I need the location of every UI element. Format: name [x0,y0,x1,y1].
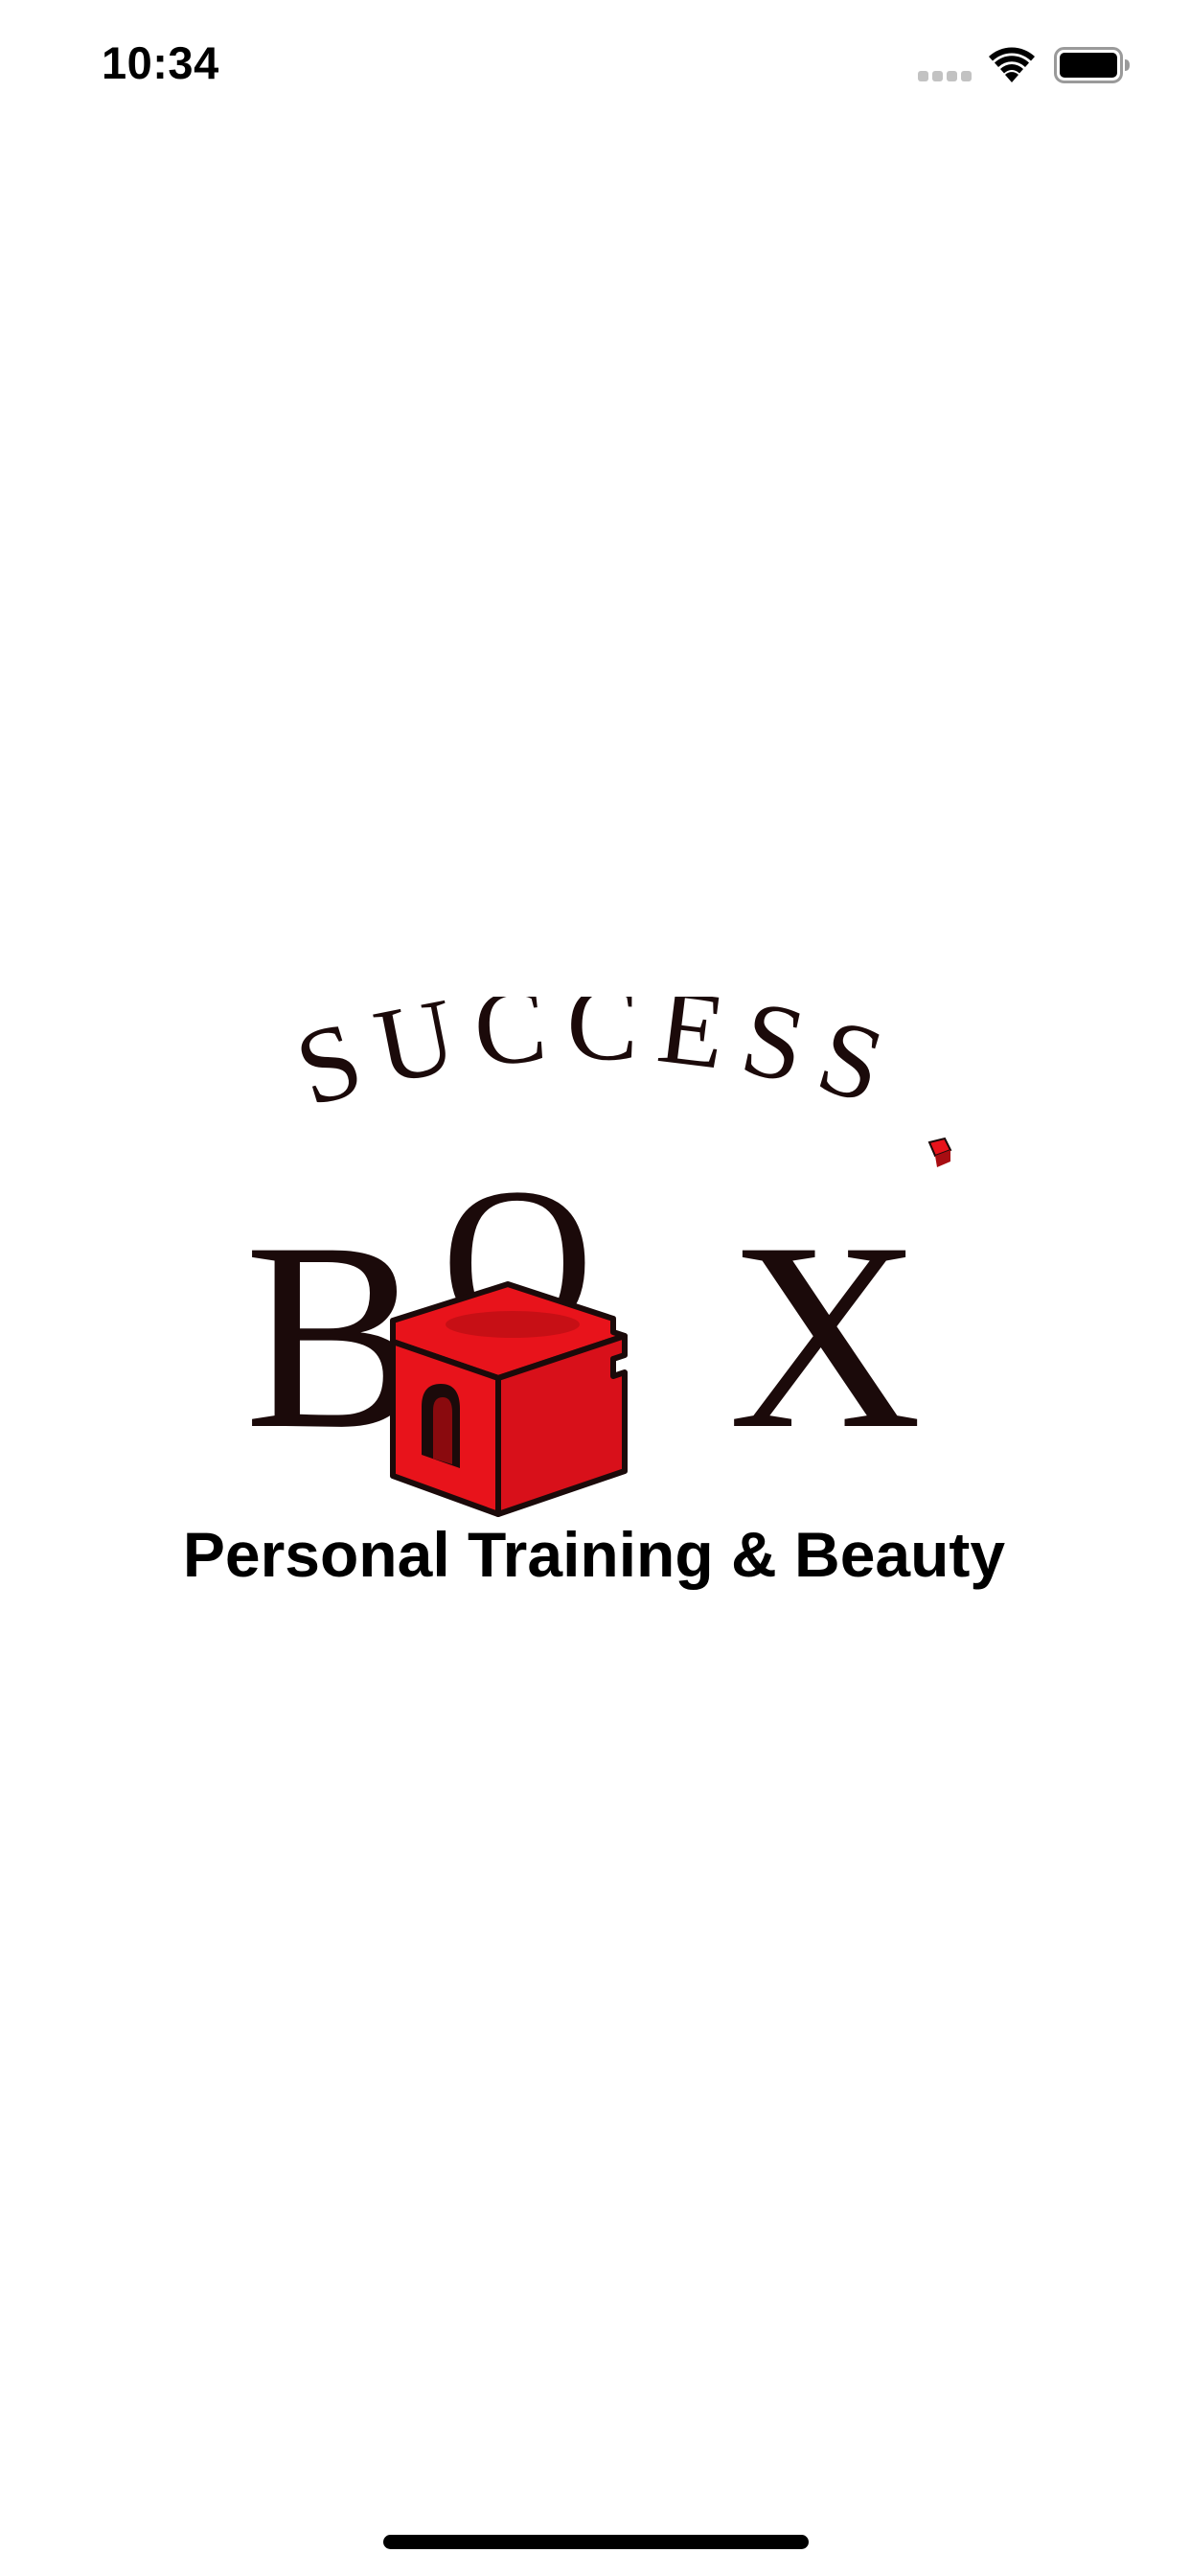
home-indicator[interactable] [383,2535,809,2549]
logo-graphic: SUCCESS B O X Personal Training & Beauty [183,997,1006,1590]
battery-icon [1054,47,1130,83]
cellular-signal-icon [918,71,973,82]
small-red-cube-icon [927,1137,952,1167]
wifi-icon [989,47,1035,82]
success-box-logo: SUCCESS B O X Personal Training & Beauty [134,997,1054,1610]
logo-letter-x: X [728,1186,922,1484]
status-time: 10:34 [102,37,219,88]
red-box-icon [390,1281,628,1517]
logo-tagline: Personal Training & Beauty [183,1519,1006,1590]
logo-success-text: SUCCESS [284,997,913,1132]
status-bar: 10:34 [0,0,1190,134]
